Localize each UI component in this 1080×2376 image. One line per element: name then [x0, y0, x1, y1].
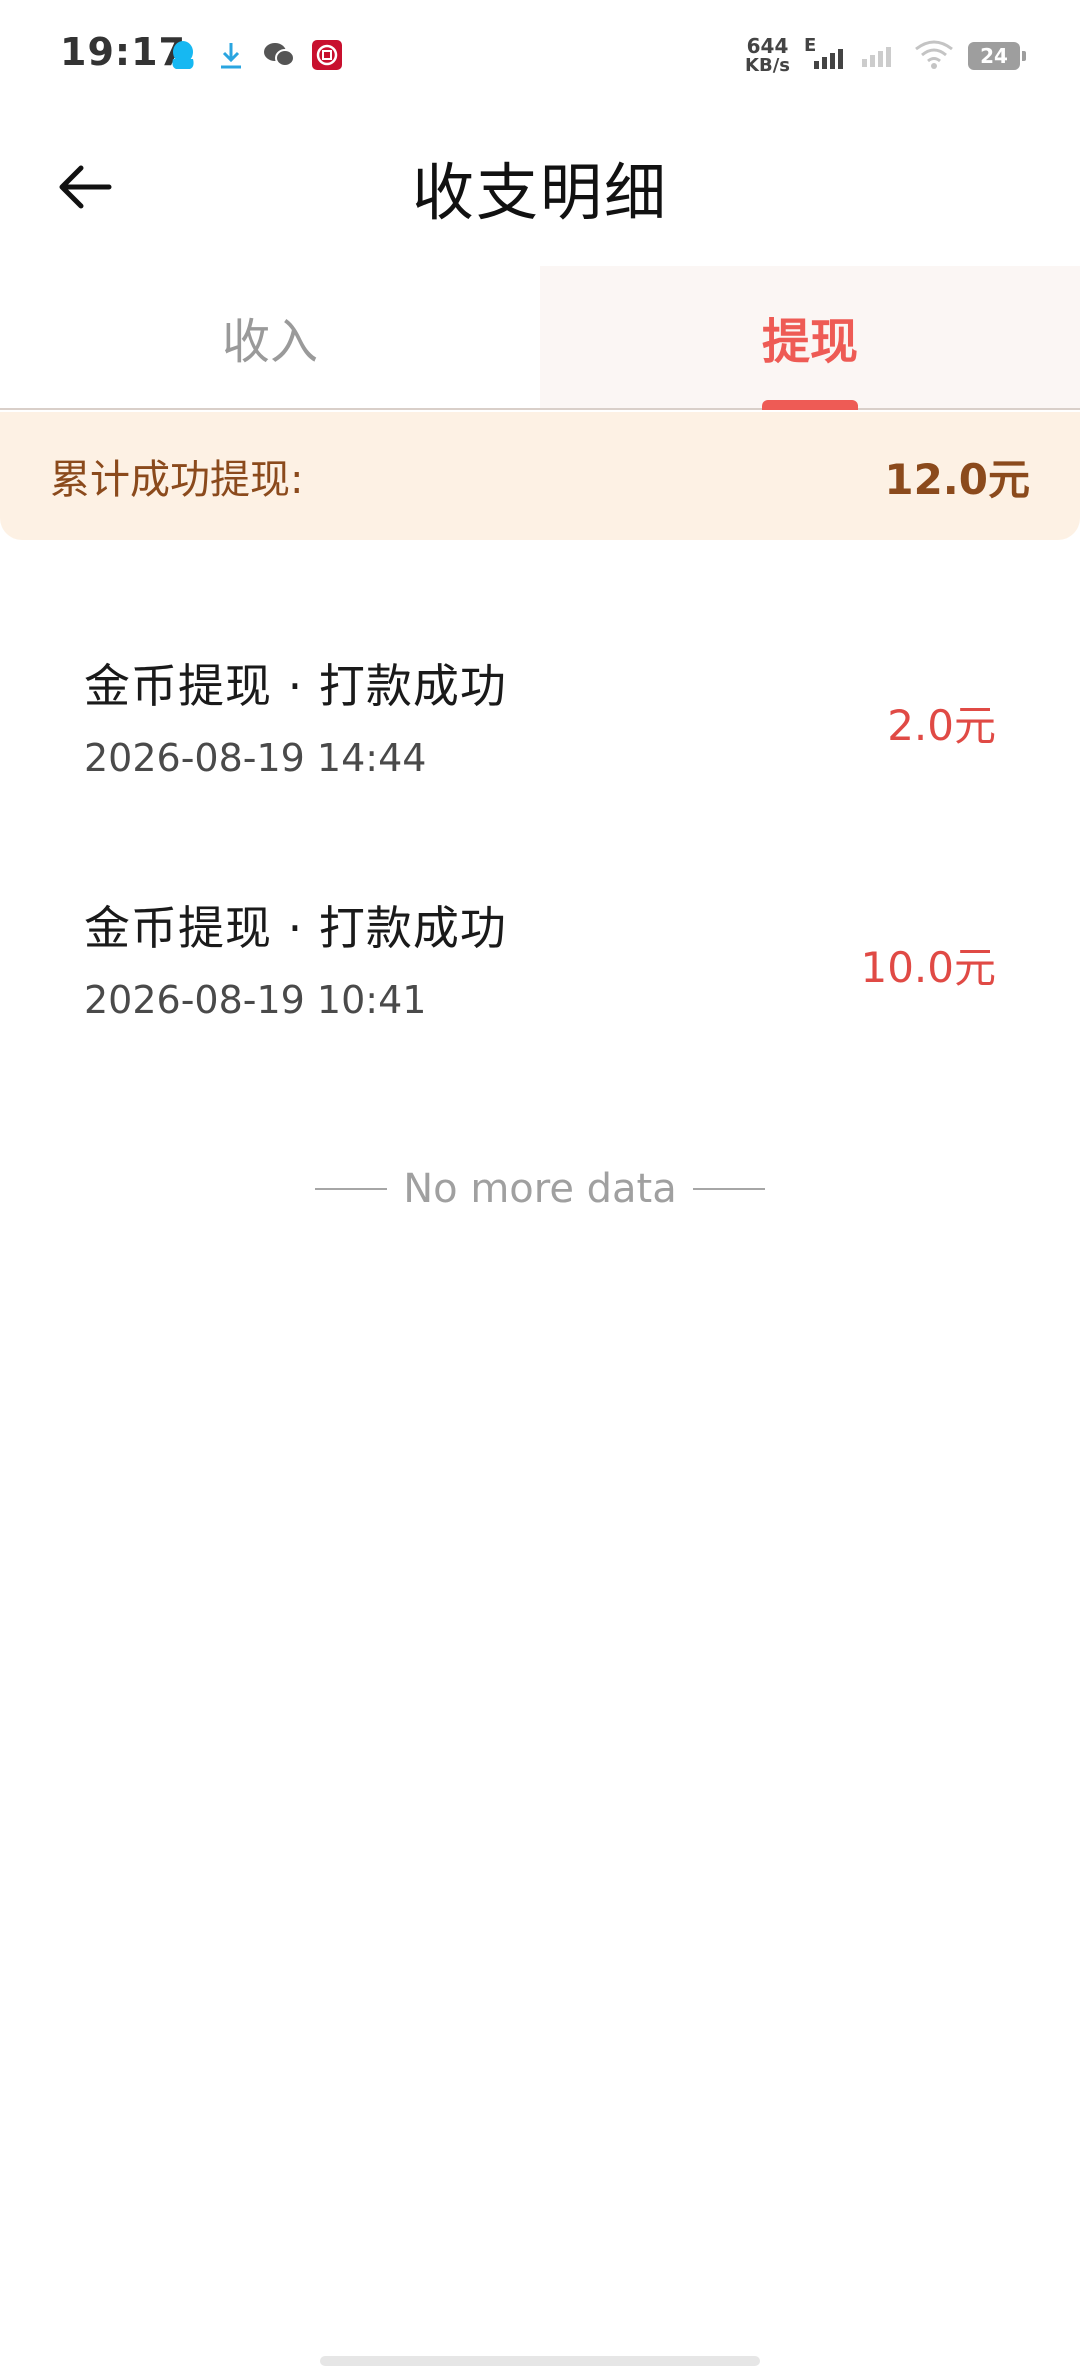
tab-withdraw-label: 提现: [761, 314, 858, 370]
header: 收支明细: [0, 116, 1080, 266]
divider-left: [315, 1188, 388, 1190]
tab-withdraw[interactable]: 提现: [540, 266, 1080, 410]
record-amount: 2.0元: [887, 701, 996, 750]
battery-icon: 24: [968, 42, 1026, 70]
no-more-text: No more data: [403, 1166, 677, 1212]
home-indicator[interactable]: [320, 2356, 760, 2366]
qq-icon: [166, 38, 200, 72]
net-speed-value: 644: [746, 34, 789, 58]
app-red-icon: [310, 38, 344, 72]
tab-income[interactable]: 收入: [0, 266, 540, 408]
list-item[interactable]: 金币提现 · 打款成功 2026-08-19 14:44 2.0元: [0, 600, 1080, 842]
record-time: 2026-08-19 10:41: [84, 978, 427, 1022]
record-list: 金币提现 · 打款成功 2026-08-19 14:44 2.0元 金币提现 ·…: [0, 600, 1080, 1084]
tab-bar: 收入 提现: [0, 266, 1080, 410]
net-speed-unit: KB/s: [745, 55, 790, 76]
battery-level: 24: [980, 44, 1008, 68]
net-speed: 644 KB/s: [745, 36, 790, 76]
signal-icon: E: [804, 35, 846, 73]
list-item[interactable]: 金币提现 · 打款成功 2026-08-19 10:41 10.0元: [0, 842, 1080, 1084]
status-bar: 19:17 644 KB/s E 24: [0, 0, 1080, 116]
record-amount: 10.0元: [860, 943, 996, 992]
divider-right: [692, 1188, 765, 1190]
download-icon: [214, 38, 248, 72]
withdraw-summary: 累计成功提现: 12.0元: [0, 412, 1080, 540]
signal-2-icon: [860, 39, 900, 73]
tab-active-indicator: [762, 400, 858, 410]
summary-amount: 12.0元: [884, 454, 1030, 504]
record-title: 金币提现 · 打款成功: [84, 901, 507, 955]
record-time: 2026-08-19 14:44: [84, 736, 427, 780]
wifi-icon: [914, 39, 954, 73]
page-title: 收支明细: [411, 156, 668, 229]
record-title: 金币提现 · 打款成功: [84, 659, 507, 713]
no-more-data: No more data: [0, 1166, 1080, 1212]
wechat-icon: [262, 38, 296, 72]
summary-label: 累计成功提现:: [50, 457, 304, 503]
status-notification-icons: [166, 38, 344, 72]
status-system-icons: 644 KB/s E 24: [745, 35, 1026, 76]
